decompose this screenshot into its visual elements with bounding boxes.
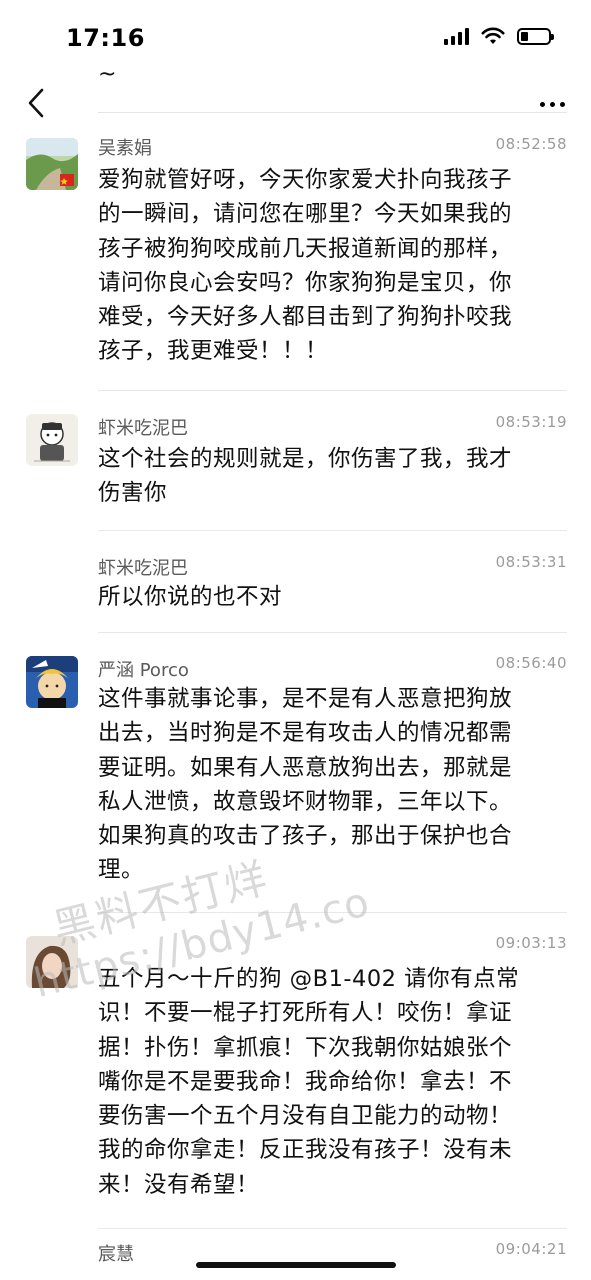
comment-time: 08:56:40 — [495, 654, 567, 672]
comment-time: 09:04:21 — [495, 1240, 567, 1258]
wifi-icon — [481, 27, 505, 44]
home-indicator[interactable] — [196, 1262, 396, 1268]
battery-icon — [517, 27, 554, 45]
divider — [98, 112, 567, 113]
comment-author: 宸慧 — [98, 1244, 134, 1265]
comment-author: 严涵 Porco — [98, 660, 189, 681]
comment-time: 08:53:31 — [495, 553, 567, 571]
divider — [98, 632, 567, 633]
comment-author: 虾米吃泥巴 — [98, 418, 188, 439]
signal-icon — [444, 27, 469, 45]
chevron-left-icon[interactable] — [24, 86, 54, 120]
more-horizontal-icon[interactable] — [540, 102, 565, 107]
comment-text: 所以你说的也不对 — [98, 584, 283, 610]
comment-author: 吴素娟 — [98, 138, 152, 159]
avatar[interactable] — [26, 656, 78, 708]
nav-bar: ~ — [0, 62, 591, 118]
comment-text: 这件事就事论事，是不是有人恶意把狗放 出去，当时狗是不是有攻击人的情况都需 要证… — [98, 686, 513, 884]
avatar[interactable] — [26, 414, 78, 466]
divider — [98, 1228, 567, 1229]
comment-text: 爱狗就管好呀，今天你家爱犬扑向我孩子 的一瞬间，请问您在哪里？今天如果我的 孩子… — [98, 167, 513, 365]
comment-text: 这个社会的规则就是，你伤害了我，我才 伤害你 — [98, 446, 513, 507]
comment-time: 09:03:13 — [495, 934, 567, 952]
comment-time: 08:53:19 — [495, 413, 567, 431]
divider — [98, 390, 567, 391]
divider — [98, 530, 567, 531]
comment-text: 五个月～十斤的狗 @B1-402 请你有点常 识！不要一棍子打死所有人！咬伤！拿… — [98, 966, 520, 1198]
comment-author: 虾米吃泥巴 — [98, 558, 188, 579]
status-time: 17:16 — [66, 24, 145, 52]
status-icons — [444, 27, 554, 45]
status-bar: 17:16 — [0, 0, 591, 70]
nav-tilde: ~ — [98, 62, 117, 87]
avatar[interactable] — [26, 138, 78, 190]
comment-time: 08:52:58 — [495, 135, 567, 153]
